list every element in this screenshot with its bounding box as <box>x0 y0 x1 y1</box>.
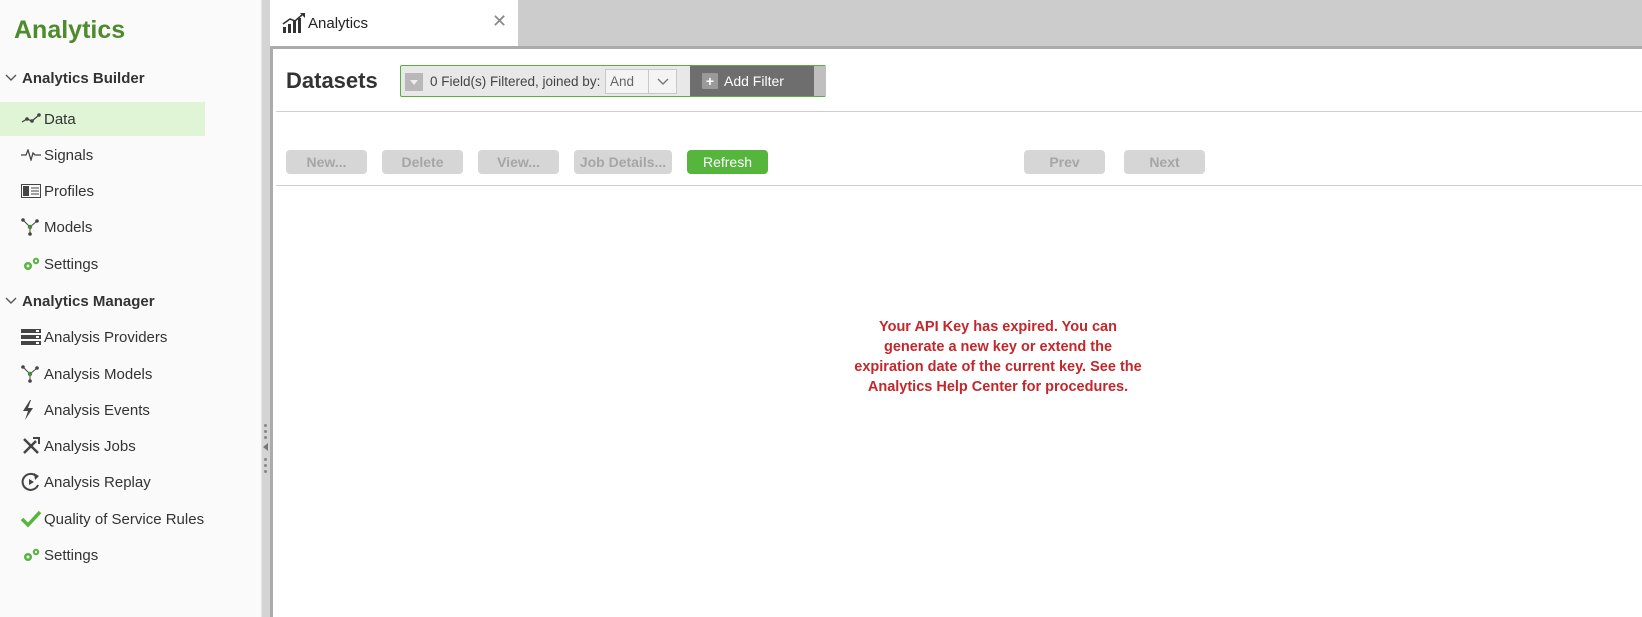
sidebar-item-label: Data <box>44 110 76 128</box>
sidebar-item-analysis-providers[interactable]: Analysis Providers <box>0 320 205 354</box>
sidebar-item-builder-settings[interactable]: Settings <box>0 247 205 281</box>
delete-button[interactable]: Delete <box>382 150 463 174</box>
sidebar-item-label: Settings <box>44 255 99 273</box>
job-details-button[interactable]: Job Details... <box>574 150 672 174</box>
sidebar-item-signals[interactable]: Signals <box>0 138 205 172</box>
main-panel: Datasets 0 Field(s) Filtered, joined by:… <box>270 46 1642 617</box>
filter-toggle-button[interactable] <box>405 73 423 91</box>
sidebar-item-label: Models <box>44 218 93 236</box>
sidebar-splitter[interactable] <box>262 0 270 617</box>
sidebar-item-label: Profiles <box>44 182 95 200</box>
filter-bar: 0 Field(s) Filtered, joined by: And + Ad… <box>400 65 826 97</box>
section-label: Analytics Manager <box>22 292 155 310</box>
sidebar-item-label: Analysis Jobs <box>44 437 136 455</box>
tools-icon <box>21 437 43 455</box>
gears-icon <box>21 255 43 273</box>
toolbar: New... Delete View... Job Details... Ref… <box>276 112 1642 186</box>
tab-label: Analytics <box>308 14 369 32</box>
sidebar-item-label: Signals <box>44 146 94 164</box>
data-icon <box>21 110 43 128</box>
lightning-icon <box>21 400 43 420</box>
server-icon <box>21 328 43 346</box>
plus-icon: + <box>702 73 718 89</box>
splitter-grip <box>264 458 267 461</box>
sidebar-item-label: Quality of Service Rules <box>44 510 205 528</box>
profiles-icon <box>21 182 43 200</box>
checkmark-icon <box>21 510 43 528</box>
prev-button[interactable]: Prev <box>1024 150 1105 174</box>
close-icon[interactable]: ✕ <box>492 11 507 32</box>
sidebar-item-profiles[interactable]: Profiles <box>0 174 205 208</box>
new-button[interactable]: New... <box>286 150 367 174</box>
sidebar-item-quality-of-service-rules[interactable]: Quality of Service Rules <box>0 502 205 536</box>
sidebar-item-analysis-jobs[interactable]: Analysis Jobs <box>0 429 205 463</box>
models-icon <box>21 365 43 383</box>
section-label: Analytics Builder <box>22 69 145 87</box>
join-select-value: And <box>610 74 635 89</box>
api-key-expired-message: Your API Key has expired. You can genera… <box>854 319 1142 395</box>
sidebar-item-label: Analysis Models <box>44 365 153 383</box>
chevron-down-icon <box>0 294 22 308</box>
refresh-button[interactable]: Refresh <box>687 150 768 174</box>
title-bar: Datasets 0 Field(s) Filtered, joined by:… <box>276 49 1642 112</box>
caret-down-icon <box>410 79 418 85</box>
replay-icon <box>21 472 43 491</box>
splitter-grip <box>264 464 267 467</box>
chevron-down-icon[interactable] <box>648 70 676 93</box>
sidebar-item-models[interactable]: Models <box>0 210 205 244</box>
add-filter-label: Add Filter <box>724 73 784 89</box>
sidebar-item-label: Analysis Providers <box>44 328 168 346</box>
models-icon <box>21 218 43 236</box>
sidebar-item-label: Settings <box>44 546 99 564</box>
next-button[interactable]: Next <box>1124 150 1205 174</box>
sidebar-item-manager-settings[interactable]: Settings <box>0 538 205 572</box>
page-title: Datasets <box>286 68 378 93</box>
tab-analytics[interactable]: Analytics ✕ <box>270 0 518 46</box>
sidebar-item-analysis-events[interactable]: Analysis Events <box>0 393 205 427</box>
sidebar-item-label: Analysis Events <box>44 401 150 419</box>
collapse-arrow-icon[interactable] <box>263 443 268 451</box>
splitter-grip <box>264 430 267 433</box>
tab-strip: Analytics ✕ <box>270 0 1642 46</box>
join-select[interactable]: And <box>605 69 677 94</box>
add-filter-edge <box>814 66 826 96</box>
splitter-grip <box>264 436 267 439</box>
splitter-grip <box>264 424 267 427</box>
sidebar-item-analysis-models[interactable]: Analysis Models <box>0 357 205 391</box>
section-analytics-manager[interactable]: Analytics Manager <box>0 288 262 314</box>
sidebar-item-label: Analysis Replay <box>44 473 151 491</box>
gears-icon <box>21 546 43 564</box>
filter-summary: 0 Field(s) Filtered, joined by: <box>430 74 601 89</box>
app-title: Analytics <box>14 16 126 44</box>
view-button[interactable]: View... <box>478 150 559 174</box>
sidebar-item-data[interactable]: Data <box>0 102 205 136</box>
sidebar-item-analysis-replay[interactable]: Analysis Replay <box>0 465 205 499</box>
chevron-down-icon <box>0 71 22 85</box>
sidebar: Analytics Analytics Builder Data Signals… <box>0 0 262 617</box>
signals-icon <box>21 146 43 164</box>
splitter-grip <box>264 470 267 473</box>
add-filter-button[interactable]: + Add Filter <box>690 66 814 96</box>
section-analytics-builder[interactable]: Analytics Builder <box>0 65 262 91</box>
analytics-chart-icon <box>282 12 306 34</box>
